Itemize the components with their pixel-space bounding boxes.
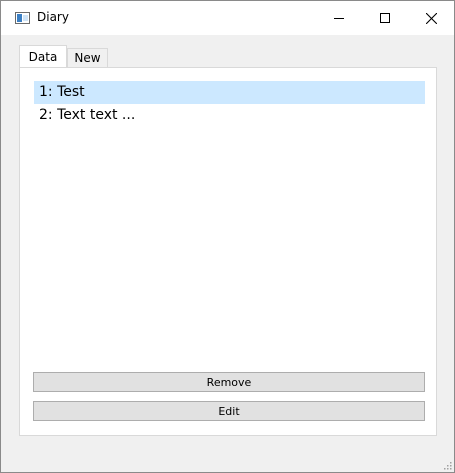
title-bar[interactable]: Diary: [1, 1, 454, 35]
window-title: Diary: [37, 10, 69, 24]
tab-new[interactable]: New: [67, 48, 108, 67]
tab-data[interactable]: Data: [19, 45, 67, 67]
remove-button[interactable]: Remove: [33, 372, 425, 392]
list-item[interactable]: 1: Test: [34, 81, 425, 104]
minimize-icon: [334, 18, 344, 19]
edit-button[interactable]: Edit: [33, 401, 425, 421]
app-window-icon: [15, 12, 30, 24]
diary-window: Diary Data New 1: Test 2: Text text ... …: [0, 0, 455, 473]
entries-list[interactable]: 1: Test 2: Text text ...: [34, 81, 425, 127]
minimize-button[interactable]: [316, 1, 362, 35]
maximize-icon: [380, 13, 390, 23]
maximize-button[interactable]: [362, 1, 408, 35]
list-item[interactable]: 2: Text text ...: [34, 104, 425, 127]
resize-grip-icon[interactable]: [442, 460, 452, 470]
data-tab-panel: 1: Test 2: Text text ... Remove Edit: [19, 67, 437, 436]
close-icon: [425, 12, 437, 24]
close-button[interactable]: [408, 1, 454, 35]
